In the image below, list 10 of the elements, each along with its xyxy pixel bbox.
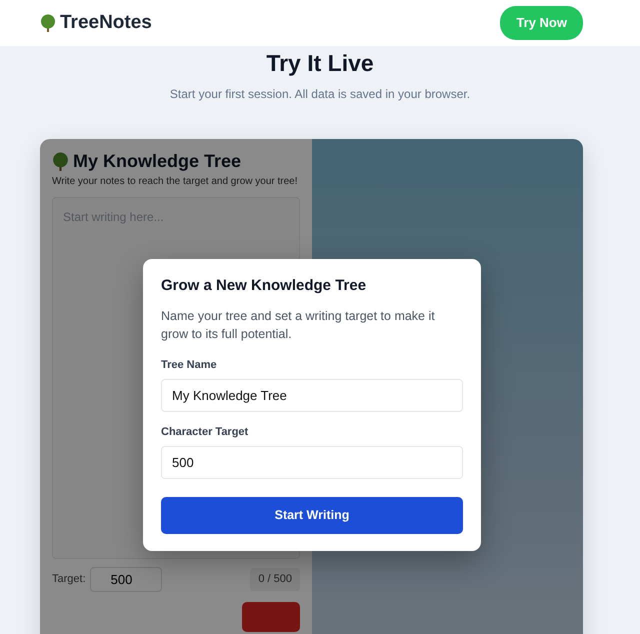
field-label: Tree Name: [161, 358, 218, 374]
section-title: Try It Live: [266, 50, 374, 78]
tree-title: My Knowledge Tree: [73, 151, 242, 173]
target-label: Target:: [52, 572, 86, 588]
section-subtitle: Start your first session. All data is saved in your browser.: [170, 86, 470, 103]
modal-title: Grow a New Knowledge Tree: [161, 277, 368, 295]
character-counter: 0 / 500: [250, 568, 300, 591]
modal-description: Name your tree and set a writing target to make it grow to its full potential.: [161, 308, 436, 344]
field-label: Character Target: [161, 425, 250, 440]
editor-description: Write your notes to reach the target and grow your tree!: [52, 174, 298, 189]
